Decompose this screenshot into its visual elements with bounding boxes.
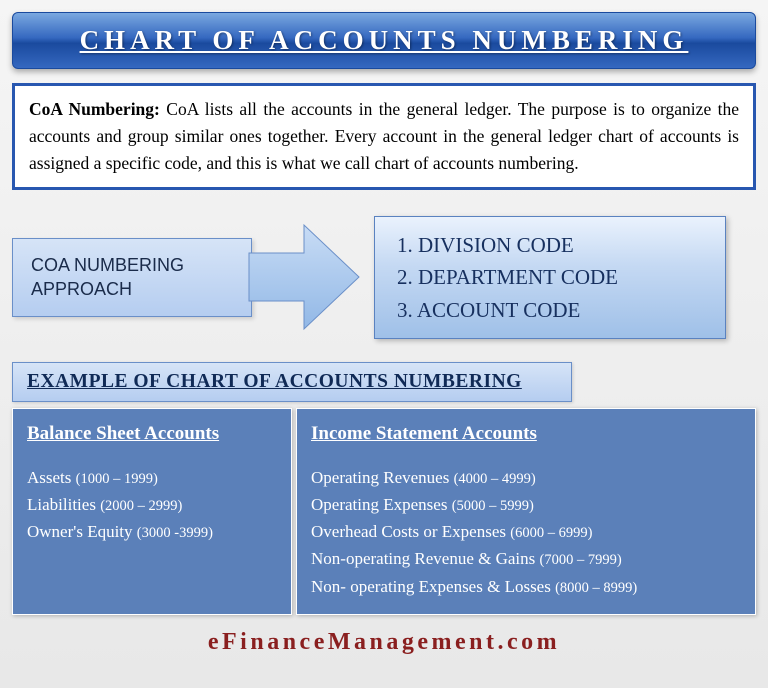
codes-box: 1. DIVISION CODE 2. DEPARTMENT CODE 3. A…	[374, 216, 726, 340]
arrow-right-icon	[244, 217, 364, 337]
item-range: (6000 – 6999)	[510, 525, 592, 541]
item-range: (4000 – 4999)	[454, 471, 536, 487]
item-range: (5000 – 5999)	[452, 498, 534, 514]
item-range: (8000 – 8999)	[555, 580, 637, 596]
item-name: Non- operating Expenses & Losses	[311, 577, 551, 596]
balance-sheet-panel: Balance Sheet Accounts Assets (1000 – 19…	[12, 408, 292, 614]
item-name: Operating Expenses	[311, 495, 447, 514]
item-name: Owner's Equity	[27, 522, 133, 541]
approach-line2: APPROACH	[31, 277, 233, 301]
example-header-text: EXAMPLE OF CHART OF ACCOUNTS NUMBERING	[27, 371, 522, 392]
balance-heading: Balance Sheet Accounts	[27, 419, 277, 449]
income-heading: Income Statement Accounts	[311, 419, 741, 449]
item-name: Overhead Costs or Expenses	[311, 522, 506, 541]
list-item: Non- operating Expenses & Losses (8000 –…	[311, 573, 741, 600]
page-title-bar: CHART OF ACCOUNTS NUMBERING	[12, 12, 756, 69]
description-label: CoA Numbering:	[29, 99, 160, 119]
description-box: CoA Numbering: CoA lists all the account…	[12, 83, 756, 190]
code-division: 1. DIVISION CODE	[397, 229, 703, 262]
income-statement-panel: Income Statement Accounts Operating Reve…	[296, 408, 756, 614]
code-department: 2. DEPARTMENT CODE	[397, 261, 703, 294]
approach-row: COA NUMBERING APPROACH 1. DIVISION CODE …	[12, 212, 756, 342]
item-name: Liabilities	[27, 495, 96, 514]
item-range: (2000 – 2999)	[100, 498, 182, 514]
approach-line1: COA NUMBERING	[31, 253, 233, 277]
approach-label-box: COA NUMBERING APPROACH	[12, 238, 252, 317]
item-name: Non-operating Revenue & Gains	[311, 549, 535, 568]
list-item: Liabilities (2000 – 2999)	[27, 491, 277, 518]
example-panels: Balance Sheet Accounts Assets (1000 – 19…	[12, 408, 756, 614]
item-range: (1000 – 1999)	[76, 471, 158, 487]
code-account: 3. ACCOUNT CODE	[397, 294, 703, 327]
item-name: Assets	[27, 468, 71, 487]
list-item: Operating Expenses (5000 – 5999)	[311, 491, 741, 518]
page-title: CHART OF ACCOUNTS NUMBERING	[33, 25, 735, 56]
list-item: Non-operating Revenue & Gains (7000 – 79…	[311, 545, 741, 572]
list-item: Overhead Costs or Expenses (6000 – 6999)	[311, 518, 741, 545]
example-header: EXAMPLE OF CHART OF ACCOUNTS NUMBERING	[12, 362, 572, 402]
list-item: Operating Revenues (4000 – 4999)	[311, 464, 741, 491]
list-item: Assets (1000 – 1999)	[27, 464, 277, 491]
footer-brand: eFinanceManagement.com	[12, 629, 756, 656]
item-range: (7000 – 7999)	[540, 552, 622, 568]
list-item: Owner's Equity (3000 -3999)	[27, 518, 277, 545]
item-range: (3000 -3999)	[137, 525, 213, 541]
item-name: Operating Revenues	[311, 468, 449, 487]
